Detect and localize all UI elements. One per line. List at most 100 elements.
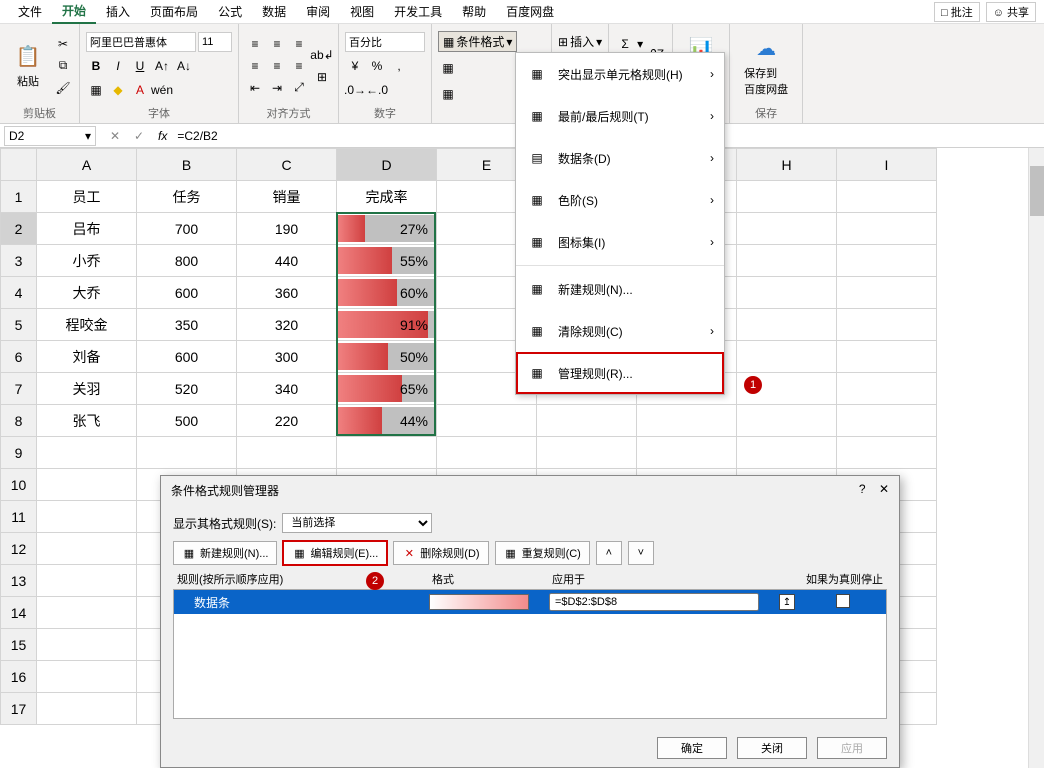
row-header-5[interactable]: 5: [1, 309, 37, 341]
cf-databar[interactable]: ▤ 数据条(D) ›: [516, 137, 724, 179]
cell-A16[interactable]: [37, 661, 137, 693]
cell-I4[interactable]: [837, 277, 937, 309]
align-center-button[interactable]: ≡: [267, 56, 287, 76]
cell-D5[interactable]: 91%: [337, 309, 437, 341]
tab-help[interactable]: 帮助: [452, 0, 496, 23]
cell-C3[interactable]: 440: [237, 245, 337, 277]
new-rule-button[interactable]: ▦新建规则(N)...: [173, 541, 277, 565]
row-header-7[interactable]: 7: [1, 373, 37, 405]
cell-C1[interactable]: 销量: [237, 181, 337, 213]
duplicate-rule-button[interactable]: ▦重复规则(C): [495, 541, 590, 565]
help-button[interactable]: ?: [859, 482, 866, 496]
row-header-17[interactable]: 17: [1, 693, 37, 725]
apply-button[interactable]: 应用: [817, 737, 887, 759]
row-header-11[interactable]: 11: [1, 501, 37, 533]
tab-formula[interactable]: 公式: [208, 0, 252, 23]
row-header-3[interactable]: 3: [1, 245, 37, 277]
cell-A17[interactable]: [37, 693, 137, 725]
format-painter-button[interactable]: 🖌: [53, 78, 73, 98]
cell-D6[interactable]: 50%: [337, 341, 437, 373]
cell-G8[interactable]: [637, 405, 737, 437]
italic-button[interactable]: I: [108, 56, 128, 76]
row-header-8[interactable]: 8: [1, 405, 37, 437]
cell-A10[interactable]: [37, 469, 137, 501]
col-header-D[interactable]: D: [337, 149, 437, 181]
cell-A2[interactable]: 吕布: [37, 213, 137, 245]
cf-iconset[interactable]: ▦ 图标集(I) ›: [516, 221, 724, 263]
col-header-A[interactable]: A: [37, 149, 137, 181]
cell-A4[interactable]: 大乔: [37, 277, 137, 309]
cell-B9[interactable]: [137, 437, 237, 469]
cell-I2[interactable]: [837, 213, 937, 245]
row-header-9[interactable]: 9: [1, 437, 37, 469]
cell-I3[interactable]: [837, 245, 937, 277]
cell-A11[interactable]: [37, 501, 137, 533]
move-down-button[interactable]: ˅: [628, 541, 654, 565]
row-header-6[interactable]: 6: [1, 341, 37, 373]
cf-clear-rules[interactable]: ▦ 清除规则(C) ›: [516, 310, 724, 352]
cell-C9[interactable]: [237, 437, 337, 469]
tab-review[interactable]: 审阅: [296, 0, 340, 23]
cf-new-rule[interactable]: ▦ 新建规则(N)...: [516, 268, 724, 310]
cf-manage-rules[interactable]: ▦ 管理规则(R)...: [516, 352, 724, 394]
stop-if-true-checkbox[interactable]: [836, 594, 850, 608]
cell-C4[interactable]: 360: [237, 277, 337, 309]
cf-highlight-rules[interactable]: ▦ 突出显示单元格规则(H) ›: [516, 53, 724, 95]
cut-button[interactable]: ✂: [53, 34, 73, 54]
delete-rule-button[interactable]: ✕删除规则(D): [393, 541, 488, 565]
cell-A8[interactable]: 张飞: [37, 405, 137, 437]
align-top-button[interactable]: ≡: [245, 34, 265, 54]
save-baidu-button[interactable]: ☁ 保存到 百度网盘: [736, 28, 796, 103]
font-size-combo[interactable]: [198, 32, 232, 52]
cond-format-button[interactable]: 条件格式: [456, 33, 504, 50]
tab-data[interactable]: 数据: [252, 0, 296, 23]
row-header-2[interactable]: 2: [1, 213, 37, 245]
cell-I8[interactable]: [837, 405, 937, 437]
cell-D8[interactable]: 44%: [337, 405, 437, 437]
cell-B7[interactable]: 520: [137, 373, 237, 405]
share-button[interactable]: ☺ 共享: [986, 2, 1036, 22]
cell-D2[interactable]: 27%: [337, 213, 437, 245]
align-right-button[interactable]: ≡: [289, 56, 309, 76]
cell-H2[interactable]: [737, 213, 837, 245]
underline-button[interactable]: U: [130, 56, 150, 76]
row-header-13[interactable]: 13: [1, 565, 37, 597]
cell-H6[interactable]: [737, 341, 837, 373]
shrink-font-button[interactable]: A↓: [174, 56, 194, 76]
cell-D7[interactable]: 65%: [337, 373, 437, 405]
cell-G9[interactable]: [637, 437, 737, 469]
tab-file[interactable]: 文件: [8, 0, 52, 23]
cell-E9[interactable]: [437, 437, 537, 469]
cell-B2[interactable]: 700: [137, 213, 237, 245]
align-middle-button[interactable]: ≡: [267, 34, 287, 54]
cell-A5[interactable]: 程咬金: [37, 309, 137, 341]
cell-F8[interactable]: [537, 405, 637, 437]
insert-button[interactable]: 插入: [570, 33, 594, 50]
inc-decimal-button[interactable]: .0→: [345, 80, 365, 100]
row-header-1[interactable]: 1: [1, 181, 37, 213]
indent-inc-button[interactable]: ⇥: [267, 78, 287, 98]
cell-H8[interactable]: [737, 405, 837, 437]
ok-button[interactable]: 确定: [657, 737, 727, 759]
cell-C7[interactable]: 340: [237, 373, 337, 405]
cell-B1[interactable]: 任务: [137, 181, 237, 213]
cf-top-rules[interactable]: ▦ 最前/最后规则(T) ›: [516, 95, 724, 137]
close-button[interactable]: ✕: [879, 482, 889, 496]
row-header-12[interactable]: 12: [1, 533, 37, 565]
cancel-formula-button[interactable]: ✕: [106, 129, 124, 143]
vertical-scrollbar[interactable]: [1028, 148, 1044, 768]
cell-D1[interactable]: 完成率: [337, 181, 437, 213]
phonetic-button[interactable]: wén: [152, 80, 172, 100]
percent-button[interactable]: %: [367, 56, 387, 76]
row-header-14[interactable]: 14: [1, 597, 37, 629]
autosum-button[interactable]: Σ: [615, 34, 635, 54]
cell-A6[interactable]: 刘备: [37, 341, 137, 373]
cell-B8[interactable]: 500: [137, 405, 237, 437]
cell-I9[interactable]: [837, 437, 937, 469]
align-left-button[interactable]: ≡: [245, 56, 265, 76]
cell-D4[interactable]: 60%: [337, 277, 437, 309]
dec-decimal-button[interactable]: ←.0: [367, 80, 387, 100]
paste-button[interactable]: 📋 粘贴: [6, 28, 50, 103]
fill-color-button[interactable]: ◆: [108, 80, 128, 100]
col-header-C[interactable]: C: [237, 149, 337, 181]
